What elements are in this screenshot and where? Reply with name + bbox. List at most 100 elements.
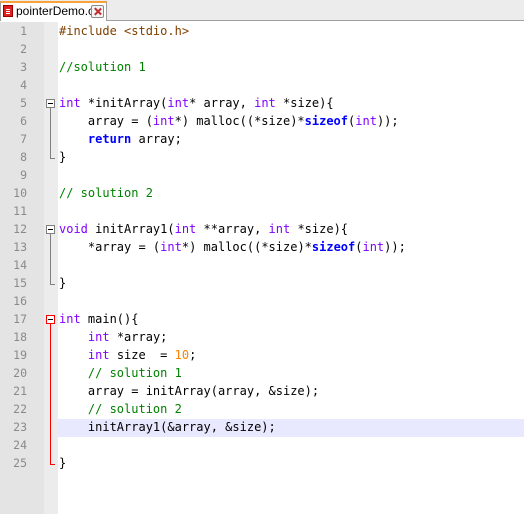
code-token: #include <stdio.h> (59, 24, 190, 38)
code-token: int (355, 114, 377, 128)
code-line: #include <stdio.h> (59, 22, 189, 40)
fold-line (50, 234, 51, 285)
code-token: *size){ (290, 222, 349, 236)
file-icon (3, 5, 13, 17)
line-number: 19 (13, 348, 27, 362)
fold-toggle-icon[interactable] (46, 99, 55, 108)
line-number: 25 (13, 456, 27, 470)
code-token: int (87, 348, 110, 362)
code-token: int (59, 312, 81, 326)
code-token: )); (384, 240, 406, 254)
fold-line (50, 324, 51, 465)
line-number: 20 (13, 366, 27, 380)
code-token: int (59, 96, 81, 110)
line-number: 2 (20, 42, 27, 56)
code-token: } (59, 456, 67, 470)
code-token: int (362, 240, 385, 254)
fold-end (50, 464, 55, 465)
code-token: *array; (109, 330, 168, 344)
line-number: 14 (13, 258, 27, 272)
code-line: } (59, 274, 66, 292)
close-icon[interactable] (91, 5, 104, 18)
code-line: void initArray1(int **array, int *size){ (59, 220, 348, 238)
code-token: // solution 1 (59, 366, 182, 380)
line-number: 10 (13, 186, 27, 200)
code-line: int *initArray(int* array, int *size){ (59, 94, 334, 112)
fold-margin (44, 22, 58, 514)
line-number: 1 (20, 24, 27, 38)
code-token: 10 (174, 348, 190, 362)
line-number: 6 (20, 114, 27, 128)
code-line: // solution 2 (59, 400, 182, 418)
line-number: 17 (13, 312, 27, 326)
fold-end (50, 158, 55, 159)
line-number: 9 (20, 168, 27, 182)
code-token: )); (376, 114, 399, 128)
code-token: void (59, 222, 88, 236)
line-number: 16 (13, 294, 27, 308)
code-token: *initArray( (80, 96, 168, 110)
line-number: 3 (20, 60, 27, 74)
code-line: } (59, 148, 66, 166)
line-number: 15 (13, 276, 27, 290)
code-token: //solution 1 (59, 60, 146, 74)
code-token: main(){ (80, 312, 139, 326)
code-token: size = (109, 348, 175, 362)
line-number: 22 (13, 402, 27, 416)
line-number: 18 (13, 330, 27, 344)
line-number: 12 (13, 222, 27, 236)
code-token: **array, (196, 222, 269, 236)
fold-line (50, 108, 51, 159)
code-token: *array = ( (59, 240, 161, 254)
line-number: 24 (13, 438, 27, 452)
line-number: 11 (13, 204, 27, 218)
code-line: int main(){ (59, 310, 138, 328)
code-token: initArray1(&array, &size); (59, 420, 276, 434)
tab-bar: pointerDemo.c (0, 0, 524, 21)
code-token: } (59, 150, 67, 164)
tab-pointerdemo[interactable]: pointerDemo.c (0, 1, 107, 21)
code-line: // solution 2 (59, 184, 153, 202)
code-line: return array; (59, 130, 182, 148)
code-token: * array, (189, 96, 255, 110)
fold-toggle-icon[interactable] (46, 315, 55, 324)
code-token: *size){ (275, 96, 334, 110)
code-token: } (59, 276, 67, 290)
code-token: ; (189, 348, 197, 362)
code-line: initArray1(&array, &size); (59, 418, 276, 436)
code-token: array = initArray(array, &size); (59, 384, 320, 398)
code-line: int size = 10; (59, 346, 196, 364)
code-line: array = initArray(array, &size); (59, 382, 319, 400)
code-line: int *array; (59, 328, 167, 346)
line-number: 13 (13, 240, 27, 254)
code-token: int (254, 96, 276, 110)
line-number: 23 (13, 420, 27, 434)
line-number: 5 (20, 96, 27, 110)
code-token: int (174, 222, 197, 236)
code-token: initArray1( (87, 222, 175, 236)
line-number: 4 (20, 78, 27, 92)
code-token: int (167, 96, 190, 110)
code-token: return (87, 132, 132, 146)
code-token: // solution 2 (59, 402, 182, 416)
code-token: array = ( (59, 114, 153, 128)
code-line: array = (int*) malloc((*size)*sizeof(int… (59, 112, 399, 130)
code-line: } (59, 454, 66, 472)
code-token: // solution 2 (59, 186, 153, 200)
code-line: //solution 1 (59, 58, 146, 76)
code-token: int (160, 240, 182, 254)
code-line: *array = (int*) malloc((*size)*sizeof(in… (59, 238, 406, 256)
line-number: 8 (20, 150, 27, 164)
tab-title: pointerDemo.c (16, 4, 95, 18)
code-token: sizeof (304, 114, 349, 128)
code-token: array; (131, 132, 182, 146)
fold-toggle-icon[interactable] (46, 225, 55, 234)
code-line: // solution 1 (59, 364, 182, 382)
code-token: int (268, 222, 291, 236)
code-token: sizeof (311, 240, 356, 254)
fold-end (50, 284, 55, 285)
code-token: int (87, 330, 110, 344)
